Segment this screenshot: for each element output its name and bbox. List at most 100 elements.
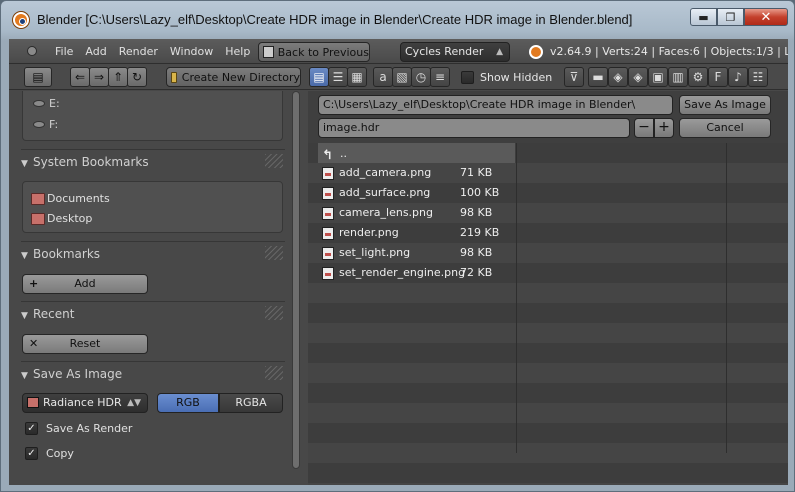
filter-script-icon[interactable]: ⚙ — [688, 67, 708, 87]
recent-header[interactable]: ▼ Recent — [21, 301, 285, 325]
drive-e[interactable]: E: — [33, 97, 60, 110]
filter-backup-icon[interactable]: ◈ — [628, 67, 648, 87]
expand-triangle-icon: ▼ — [21, 371, 28, 381]
filter-font-icon[interactable]: F — [708, 67, 728, 87]
main-menu: File Add Render Window Help — [49, 45, 256, 58]
editor-type-icon[interactable] — [27, 46, 37, 56]
title-bar: Blender [C:\Users\Lazy_elf\Desktop\Creat… — [1, 1, 794, 39]
save-as-image-header[interactable]: ▼ Save As Image — [21, 361, 285, 385]
bookmark-desktop[interactable]: Desktop — [31, 212, 92, 225]
reset-recent-button[interactable]: ✕ Reset — [22, 334, 148, 354]
sort-time-icon[interactable]: ◷ — [411, 67, 431, 87]
filter-sound-icon[interactable]: ♪ — [728, 67, 748, 87]
drag-grip-icon[interactable] — [265, 246, 283, 260]
image-file-icon — [322, 187, 334, 200]
cancel-button[interactable]: Cancel — [679, 118, 771, 138]
file-row[interactable]: set_render_engine.png 72 KB — [322, 263, 512, 283]
back-to-previous-label: Back to Previous — [277, 45, 369, 59]
app-window: Blender [C:\Users\Lazy_elf\Desktop\Creat… — [0, 0, 795, 492]
bookmark-label: Documents — [47, 192, 110, 205]
render-engine-value: Cycles Render — [405, 45, 484, 58]
scrollbar-thumb[interactable] — [292, 91, 300, 469]
menu-file[interactable]: File — [49, 45, 79, 58]
parent-directory-label: .. — [340, 147, 347, 160]
drives-list: E: F: — [22, 91, 283, 141]
filter-movie-icon[interactable]: ▥ — [668, 67, 688, 87]
back-arrow-icon[interactable]: ⇐ — [70, 67, 90, 87]
render-engine-select[interactable]: Cycles Render ▲▼ — [400, 42, 510, 75]
sort-ext-icon[interactable]: ▧ — [392, 67, 412, 87]
filename-field[interactable]: image.hdr — [318, 118, 630, 138]
file-row[interactable]: add_camera.png 71 KB — [322, 163, 512, 183]
image-file-icon — [322, 207, 334, 220]
sidebar-scrollbar[interactable] — [290, 91, 303, 471]
show-hidden-checkbox[interactable] — [461, 71, 474, 84]
editor-type-icon[interactable]: ▤ — [24, 67, 52, 87]
drag-grip-icon[interactable] — [265, 154, 283, 168]
create-new-directory-button[interactable]: Create New Directory — [166, 67, 301, 87]
copy-label: Copy — [46, 447, 74, 460]
file-name: set_light.png — [339, 246, 411, 259]
drive-label: E: — [49, 97, 60, 110]
section-title: Recent — [33, 307, 75, 321]
filter-icon[interactable]: ⊽ — [564, 67, 584, 87]
section-title: System Bookmarks — [33, 155, 149, 169]
file-size: 219 KB — [460, 226, 500, 239]
bookmark-label: Desktop — [47, 212, 93, 225]
file-row[interactable]: set_light.png 98 KB — [322, 243, 512, 263]
save-as-render-checkbox[interactable]: ✓ — [25, 422, 38, 435]
detailed-list-icon[interactable]: ☰ — [328, 67, 348, 87]
filter-image-icon[interactable]: ▣ — [648, 67, 668, 87]
file-format-value: Radiance HDR — [43, 396, 122, 409]
file-format-select[interactable]: Radiance HDR ▲▼ — [22, 393, 148, 413]
column-divider — [726, 143, 727, 453]
forward-arrow-icon[interactable]: ⇒ — [89, 67, 109, 87]
filter-text-icon[interactable]: ☷ — [748, 67, 768, 87]
drag-grip-icon[interactable] — [265, 306, 283, 320]
maximize-button[interactable]: ❐ — [717, 8, 744, 26]
parent-dir-icon[interactable]: ⇑ — [108, 67, 128, 87]
sort-alpha-icon[interactable]: a — [373, 67, 393, 87]
menu-window[interactable]: Window — [164, 45, 219, 58]
menu-add[interactable]: Add — [79, 45, 112, 58]
bookmark-documents[interactable]: Documents — [31, 192, 110, 205]
directory-path-field[interactable]: C:\Users\Lazy_elf\Desktop\Create HDR ima… — [318, 95, 673, 115]
window-title: Blender [C:\Users\Lazy_elf\Desktop\Creat… — [37, 12, 633, 27]
image-file-icon — [322, 247, 334, 260]
increment-filename-button[interactable]: + — [654, 118, 674, 138]
copy-option[interactable]: ✓ Copy — [25, 447, 74, 460]
drag-grip-icon[interactable] — [265, 366, 283, 380]
back-to-previous-button[interactable]: Back to Previous — [258, 42, 370, 62]
file-row[interactable]: add_surface.png 100 KB — [322, 183, 512, 203]
filter-blend-icon[interactable]: ◈ — [608, 67, 628, 87]
minimize-button[interactable]: ▬ — [690, 8, 717, 26]
thumbnails-icon[interactable]: ▦ — [347, 67, 367, 87]
file-row[interactable]: camera_lens.png 98 KB — [322, 203, 512, 223]
sort-size-icon[interactable]: ≡ — [430, 67, 450, 87]
add-bookmark-label: Add — [74, 277, 96, 290]
menu-help[interactable]: Help — [219, 45, 256, 58]
decrement-filename-button[interactable]: − — [634, 118, 654, 138]
image-file-icon — [322, 267, 334, 280]
save-as-image-button[interactable]: Save As Image — [679, 95, 771, 115]
close-button[interactable]: ✕ — [744, 8, 788, 26]
copy-checkbox[interactable]: ✓ — [25, 447, 38, 460]
show-hidden-toggle[interactable]: Show Hidden — [461, 71, 552, 84]
filter-folder-icon[interactable]: ▬ — [588, 67, 608, 87]
x-icon: ✕ — [29, 337, 39, 350]
system-bookmarks-header[interactable]: ▼ System Bookmarks — [21, 149, 285, 173]
refresh-icon[interactable]: ↻ — [127, 67, 147, 87]
color-mode-rgb[interactable]: RGB — [157, 393, 219, 413]
add-bookmark-button[interactable]: + Add — [22, 274, 148, 294]
create-new-directory-label: Create New Directory — [181, 70, 300, 84]
color-mode-rgba[interactable]: RGBA — [219, 393, 283, 413]
drive-f[interactable]: F: — [33, 118, 58, 131]
file-row[interactable]: render.png 219 KB — [322, 223, 512, 243]
file-name: render.png — [339, 226, 399, 239]
menu-render[interactable]: Render — [113, 45, 164, 58]
file-browser-main: C:\Users\Lazy_elf\Desktop\Create HDR ima… — [308, 91, 788, 485]
bookmarks-header[interactable]: ▼ Bookmarks — [21, 241, 285, 265]
parent-directory-row[interactable]: ↰ .. — [318, 143, 515, 163]
save-as-render-option[interactable]: ✓ Save As Render — [25, 422, 132, 435]
short-list-icon[interactable]: ▤ — [309, 67, 329, 87]
